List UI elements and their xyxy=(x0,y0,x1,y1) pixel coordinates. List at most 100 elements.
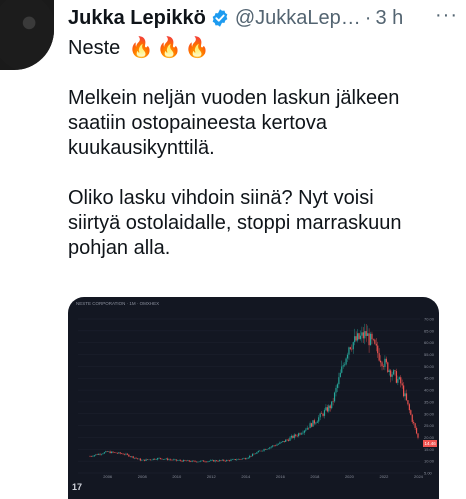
text-line: pohjan alla. xyxy=(68,237,171,259)
candle-body xyxy=(188,460,190,462)
tweet-header: Jukka Lepikkö @JukkaLep… · 3 h ··· xyxy=(68,4,466,32)
candle-body xyxy=(228,460,231,461)
candle-body xyxy=(224,460,226,462)
candle-body xyxy=(164,459,166,460)
candle-body xyxy=(382,366,385,367)
candle-body xyxy=(233,459,235,460)
candle-body xyxy=(152,458,154,460)
chart-image[interactable]: NESTE CORPORATION · 1M · OMXHEX 70.00 65.… xyxy=(68,297,439,499)
candle-body xyxy=(257,450,259,453)
candle-body xyxy=(169,459,172,461)
candle-body xyxy=(174,459,176,460)
candle-body xyxy=(364,331,366,339)
tweet-text: Neste 🔥 🔥 🔥 Melkein neljän vuoden laskun j… xyxy=(68,36,460,261)
candle-body xyxy=(390,370,392,377)
candle-body xyxy=(217,461,219,462)
candle-body xyxy=(351,348,353,350)
candle-body xyxy=(321,413,323,414)
more-options-icon[interactable]: ··· xyxy=(435,4,458,27)
candle-body xyxy=(178,460,180,461)
candle-body xyxy=(259,450,261,452)
candle-body xyxy=(141,460,143,461)
candle-body xyxy=(133,457,136,459)
candle-body xyxy=(300,433,303,435)
candle-body xyxy=(313,420,316,424)
y-tick-label: 20.00 xyxy=(424,435,435,440)
candle-body xyxy=(121,453,123,455)
author-name[interactable]: Jukka Lepikkö xyxy=(68,7,206,30)
candle-body xyxy=(356,333,359,341)
candle-body xyxy=(113,452,116,453)
candle-body xyxy=(181,460,183,462)
candle-body xyxy=(211,460,213,461)
candle-body xyxy=(195,461,198,463)
candle-body xyxy=(139,458,141,461)
author-handle[interactable]: @JukkaLep… xyxy=(235,7,361,30)
candle-body xyxy=(277,443,280,445)
candle-body xyxy=(316,421,318,423)
tweet-paragraph-1: Melkein neljän vuoden laskun jälkeen saa… xyxy=(68,86,460,161)
candle-body xyxy=(378,353,380,361)
x-tick-label: 2008 xyxy=(138,474,148,479)
candle-body xyxy=(332,401,334,402)
candle-body xyxy=(149,459,152,461)
candle-body xyxy=(108,451,110,453)
text-line: siirtyä ostolaidalle, stoppi marraskuun xyxy=(68,212,402,234)
tweet-timestamp[interactable]: 3 h xyxy=(375,7,403,30)
candle-body xyxy=(244,458,246,460)
text-line: saatiin ostopaineesta kertova xyxy=(68,112,328,134)
candle-body xyxy=(371,333,373,340)
candle-body xyxy=(197,461,199,463)
fire-emoji-icon: 🔥 xyxy=(156,37,182,59)
candle-body xyxy=(260,450,262,452)
candle-body xyxy=(415,427,418,434)
candle-body xyxy=(349,347,351,349)
candle-body xyxy=(290,435,293,438)
candle-body xyxy=(273,445,275,447)
candle-body xyxy=(240,459,242,460)
candle-body xyxy=(131,456,133,457)
candle-body xyxy=(362,332,364,339)
y-tick-label: 40.00 xyxy=(424,388,435,393)
candle-body xyxy=(230,459,232,461)
candle-body xyxy=(253,453,255,455)
candle-body xyxy=(270,446,272,448)
candle-body xyxy=(184,460,186,461)
candle-body xyxy=(191,460,193,462)
candle-body xyxy=(208,460,211,462)
candle-body xyxy=(309,423,311,429)
y-tick-label: 55.00 xyxy=(424,352,435,357)
candle-body xyxy=(308,427,310,429)
candle-body xyxy=(144,459,146,461)
candle-body xyxy=(151,459,153,461)
candle-body xyxy=(254,453,257,455)
candle-body xyxy=(388,370,390,372)
candle-body xyxy=(218,460,221,462)
candle-body xyxy=(227,460,229,461)
candle-body xyxy=(348,347,350,355)
candle-body xyxy=(128,454,130,457)
candle-body xyxy=(404,393,406,397)
author-avatar[interactable] xyxy=(0,0,54,70)
y-tick-label: 50.00 xyxy=(424,364,435,369)
candle-body xyxy=(142,459,144,461)
candle-body xyxy=(205,461,208,463)
separator-dot: · xyxy=(364,6,372,29)
candle-body xyxy=(312,420,314,427)
candle-body xyxy=(280,441,282,443)
y-tick-label: 15.00 xyxy=(424,447,435,452)
candle-body xyxy=(118,452,120,454)
candle-body xyxy=(123,454,126,455)
candle-body xyxy=(365,331,367,336)
candle-body xyxy=(99,453,101,455)
candle-body xyxy=(190,461,192,462)
candle-body xyxy=(250,455,252,457)
candle-body xyxy=(372,339,375,340)
candle-body xyxy=(306,427,308,430)
candle-body xyxy=(374,339,376,344)
candle-body xyxy=(201,460,203,462)
candle-body xyxy=(342,365,344,367)
candle-body xyxy=(289,437,291,441)
candle-body xyxy=(405,393,408,401)
candle-body xyxy=(283,441,285,442)
